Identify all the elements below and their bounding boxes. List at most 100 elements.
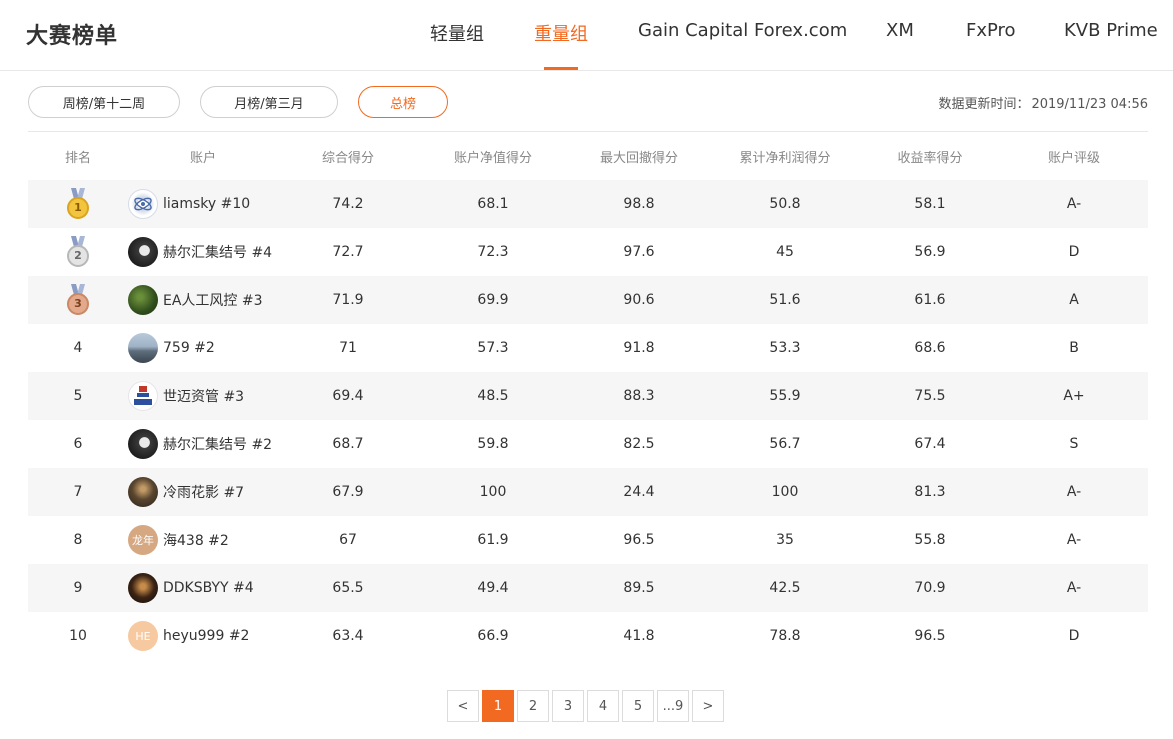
account-cell[interactable]: 赫尔汇集结号 #4 — [128, 237, 278, 267]
equity-score-cell: 100 — [479, 484, 507, 500]
update-time-value: 2019/11/23 04:56 — [1031, 97, 1148, 112]
drawdown-score-cell: 82.5 — [623, 436, 655, 452]
profit-score-cell: 51.6 — [769, 292, 801, 308]
profit-score-cell: 56.7 — [769, 436, 801, 452]
account-name[interactable]: heyu999 #2 — [163, 628, 249, 644]
tab-lightweight[interactable]: 轻量组 — [430, 20, 484, 46]
table-row: 1 liamsky #10 74.2 68.1 98.8 50.8 58.1 A- — [28, 180, 1148, 228]
account-cell[interactable]: 世迈资管 #3 — [128, 381, 278, 411]
bronze-medal-icon: 3 — [65, 283, 91, 317]
divider — [28, 131, 1148, 132]
table-row: 10 HE heyu999 #2 63.4 66.9 41.8 78.8 96.5 D — [28, 612, 1148, 660]
total-score-cell: 71.9 — [332, 292, 364, 308]
rating-cell: A- — [1066, 532, 1082, 548]
filter-monthly-button[interactable]: 月榜/第三月 — [200, 86, 338, 118]
equity-score-cell: 57.3 — [477, 340, 509, 356]
equity-score-cell: 69.9 — [477, 292, 509, 308]
account-name[interactable]: 世迈资管 #3 — [163, 386, 244, 406]
page-button-2[interactable]: 2 — [517, 690, 549, 722]
col-header-equity-score: 账户净值得分 — [453, 151, 532, 166]
table-row: 3 EA人工风控 #3 71.9 69.9 90.6 51.6 61.6 A — [28, 276, 1148, 324]
account-cell[interactable]: DDKSBYY #4 — [128, 573, 278, 603]
total-score-cell: 71 — [339, 340, 357, 356]
profit-score-cell: 55.9 — [769, 388, 801, 404]
prev-page-button[interactable]: < — [447, 690, 479, 722]
rank-cell: 9 — [28, 580, 128, 596]
avatar — [128, 285, 158, 315]
total-score-cell: 68.7 — [332, 436, 364, 452]
col-header-account: 账户 — [189, 151, 216, 166]
header-bar: 大赛榜单 轻量组 重量组 Gain Capital Forex.com XM F… — [0, 0, 1173, 71]
equity-score-cell: 61.9 — [477, 532, 509, 548]
tab-kvb-prime[interactable]: KVB Prime — [1064, 20, 1158, 41]
filter-overall-button[interactable]: 总榜 — [358, 86, 448, 118]
return-score-cell: 56.9 — [914, 244, 946, 260]
rank-cell: 8 — [28, 532, 128, 548]
table-row: 4 759 #2 71 57.3 91.8 53.3 68.6 B — [28, 324, 1148, 372]
return-score-cell: 58.1 — [914, 196, 946, 212]
account-name[interactable]: 赫尔汇集结号 #2 — [163, 434, 272, 454]
drawdown-score-cell: 98.8 — [623, 196, 655, 212]
rating-cell: S — [1069, 436, 1079, 452]
col-header-return-score: 收益率得分 — [897, 151, 963, 166]
tab-gain-capital[interactable]: Gain Capital Forex.com — [638, 20, 847, 41]
rank-number: 5 — [73, 388, 83, 404]
total-score-cell: 65.5 — [332, 580, 364, 596]
avatar: HE — [128, 621, 158, 651]
account-name[interactable]: 海438 #2 — [163, 530, 229, 550]
next-page-button[interactable]: > — [692, 690, 724, 722]
active-tab-underline — [544, 67, 578, 70]
rating-cell: D — [1068, 628, 1080, 644]
tab-heavyweight[interactable]: 重量组 — [534, 20, 588, 46]
rank-number: 6 — [73, 436, 83, 452]
account-cell[interactable]: 龙年 海438 #2 — [128, 525, 278, 555]
account-name[interactable]: 赫尔汇集结号 #4 — [163, 242, 272, 262]
tab-xm[interactable]: XM — [886, 20, 914, 41]
drawdown-score-cell: 97.6 — [623, 244, 655, 260]
tab-fxpro[interactable]: FxPro — [966, 20, 1016, 41]
profit-score-cell: 53.3 — [769, 340, 801, 356]
account-cell[interactable]: HE heyu999 #2 — [128, 621, 278, 651]
account-cell[interactable]: 冷雨花影 #7 — [128, 477, 278, 507]
total-score-cell: 67.9 — [332, 484, 364, 500]
col-header-drawdown-score: 最大回撤得分 — [599, 151, 678, 166]
profit-score-cell: 78.8 — [769, 628, 801, 644]
rating-cell: A- — [1066, 580, 1082, 596]
page-button-3[interactable]: 3 — [552, 690, 584, 722]
account-name[interactable]: 759 #2 — [163, 340, 215, 356]
account-cell[interactable]: liamsky #10 — [128, 189, 278, 219]
page-button-last[interactable]: ...9 — [657, 690, 689, 722]
filter-weekly-button[interactable]: 周榜/第十二周 — [28, 86, 180, 118]
total-score-cell: 74.2 — [332, 196, 364, 212]
account-name[interactable]: 冷雨花影 #7 — [163, 482, 244, 502]
return-score-cell: 75.5 — [914, 388, 946, 404]
rank-number: 2 — [74, 249, 82, 262]
drawdown-score-cell: 91.8 — [623, 340, 655, 356]
table-row: 9 DDKSBYY #4 65.5 49.4 89.5 42.5 70.9 A- — [28, 564, 1148, 612]
rank-cell: 6 — [28, 436, 128, 452]
table-header: 排名 账户 综合得分 账户净值得分 最大回撤得分 累计净利润得分 收益率得分 账… — [28, 133, 1148, 180]
rating-cell: A- — [1066, 484, 1082, 500]
account-cell[interactable]: 759 #2 — [128, 333, 278, 363]
page-title: 大赛榜单 — [26, 24, 119, 49]
account-cell[interactable]: EA人工风控 #3 — [128, 285, 278, 315]
rating-cell: B — [1069, 340, 1079, 356]
equity-score-cell: 68.1 — [477, 196, 509, 212]
rank-number: 10 — [69, 628, 87, 644]
drawdown-score-cell: 88.3 — [623, 388, 655, 404]
update-time: 数据更新时间： 2019/11/23 04:56 — [938, 93, 1148, 112]
account-name[interactable]: EA人工风控 #3 — [163, 290, 263, 310]
account-name[interactable]: DDKSBYY #4 — [163, 580, 254, 596]
rank-number: 1 — [74, 201, 82, 214]
page-button-4[interactable]: 4 — [587, 690, 619, 722]
drawdown-score-cell: 41.8 — [623, 628, 655, 644]
col-header-total-score: 综合得分 — [321, 151, 374, 166]
rank-cell: 1 — [28, 187, 128, 221]
rank-cell: 7 — [28, 484, 128, 500]
avatar — [128, 477, 158, 507]
account-name[interactable]: liamsky #10 — [163, 196, 250, 212]
account-cell[interactable]: 赫尔汇集结号 #2 — [128, 429, 278, 459]
rank-cell: 2 — [28, 235, 128, 269]
page-button-1[interactable]: 1 — [482, 690, 514, 722]
page-button-5[interactable]: 5 — [622, 690, 654, 722]
